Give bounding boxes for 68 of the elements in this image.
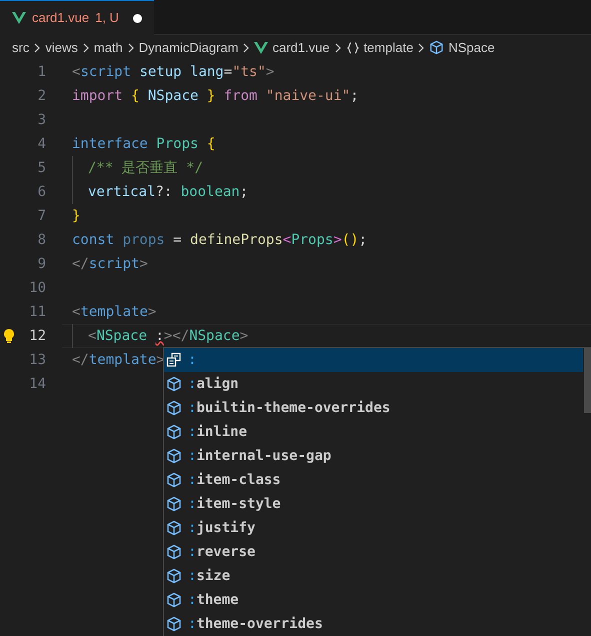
breadcrumb-item[interactable]: src: [12, 38, 30, 58]
suggestion-item[interactable]: :inline: [164, 420, 583, 444]
cube-icon: [166, 544, 182, 560]
cube-icon: [166, 520, 182, 536]
suggestion-item[interactable]: :justify: [164, 516, 583, 540]
snippet-icon: [166, 352, 182, 368]
line-number: 7: [38, 206, 46, 226]
cube-icon: [166, 448, 182, 464]
cube-icon: [166, 568, 182, 584]
line-number: 4: [38, 134, 46, 154]
code-line: </script>: [72, 254, 148, 274]
suggestion-item[interactable]: :reverse: [164, 540, 583, 564]
line-number: 6: [38, 182, 46, 202]
cube-icon: [166, 424, 182, 440]
chevron-icon: [33, 42, 42, 54]
suggestion-item[interactable]: :builtin-theme-overrides: [164, 396, 583, 420]
suggestion-item[interactable]: :internal-use-gap: [164, 444, 583, 468]
code-line: <script setup lang="ts">: [72, 62, 274, 82]
code-line: /** 是否垂直 */: [88, 158, 204, 178]
breadcrumb-item[interactable]: template: [364, 38, 414, 58]
cube-icon: [166, 592, 182, 608]
chevron-icon: [126, 42, 135, 54]
chevron-icon: [242, 42, 250, 54]
line-number: 12: [29, 326, 46, 346]
chevron-icon: [82, 42, 90, 54]
code-line: import { NSpace } from "naive-ui";: [72, 86, 359, 106]
breadcrumb-item[interactable]: math: [94, 38, 123, 58]
line-number: 2: [38, 86, 46, 106]
suggestion-item[interactable]: :theme: [164, 588, 583, 612]
code-line: }: [72, 206, 80, 226]
cube-icon: [429, 40, 444, 55]
line-number: 8: [38, 230, 46, 250]
suggestion-item[interactable]: :size: [164, 564, 583, 588]
cube-icon: [166, 376, 182, 392]
line-number: 14: [29, 374, 46, 394]
line-number: 11: [29, 302, 46, 322]
suggestion-item[interactable]: :: [164, 348, 583, 372]
scrollbar-thumb[interactable]: [584, 348, 591, 413]
code-line: vertical?: boolean;: [88, 182, 248, 202]
vue-logo-icon: [12, 12, 26, 24]
vue-logo-icon: [254, 42, 268, 54]
braces-icon: [346, 40, 360, 54]
line-number: 13: [29, 350, 46, 370]
breadcrumb-item[interactable]: DynamicDiagram: [138, 38, 238, 58]
line-number: 1: [38, 62, 46, 82]
editor-tab[interactable]: card1.vue 1, U: [0, 0, 154, 35]
lightbulb-icon[interactable]: [3, 328, 15, 344]
code-line: <template>: [72, 302, 156, 322]
cube-icon: [166, 616, 182, 632]
breadcrumb-item[interactable]: NSpace: [448, 38, 495, 58]
chevron-icon: [417, 42, 426, 54]
line-number: 10: [29, 278, 46, 298]
suggestion-item[interactable]: :theme-overrides: [164, 612, 583, 636]
cube-icon: [166, 400, 182, 416]
breadcrumb-item[interactable]: views: [45, 38, 78, 58]
breadcrumb-item[interactable]: card1.vue: [272, 38, 330, 58]
line-number: 9: [38, 254, 46, 274]
cube-icon: [166, 472, 182, 488]
code-line: <NSpace :></NSpace>: [88, 326, 248, 346]
suggestion-item[interactable]: :item-style: [164, 492, 583, 516]
code-line: interface Props {: [72, 134, 216, 154]
line-number: 3: [38, 110, 46, 130]
line-number: 5: [38, 158, 46, 178]
suggestion-item[interactable]: :item-class: [164, 468, 583, 492]
chevron-icon: [334, 42, 342, 54]
code-line: const props = defineProps<Props>();: [72, 230, 368, 250]
suggestion-item[interactable]: :align: [164, 372, 583, 396]
cube-icon: [166, 496, 182, 512]
